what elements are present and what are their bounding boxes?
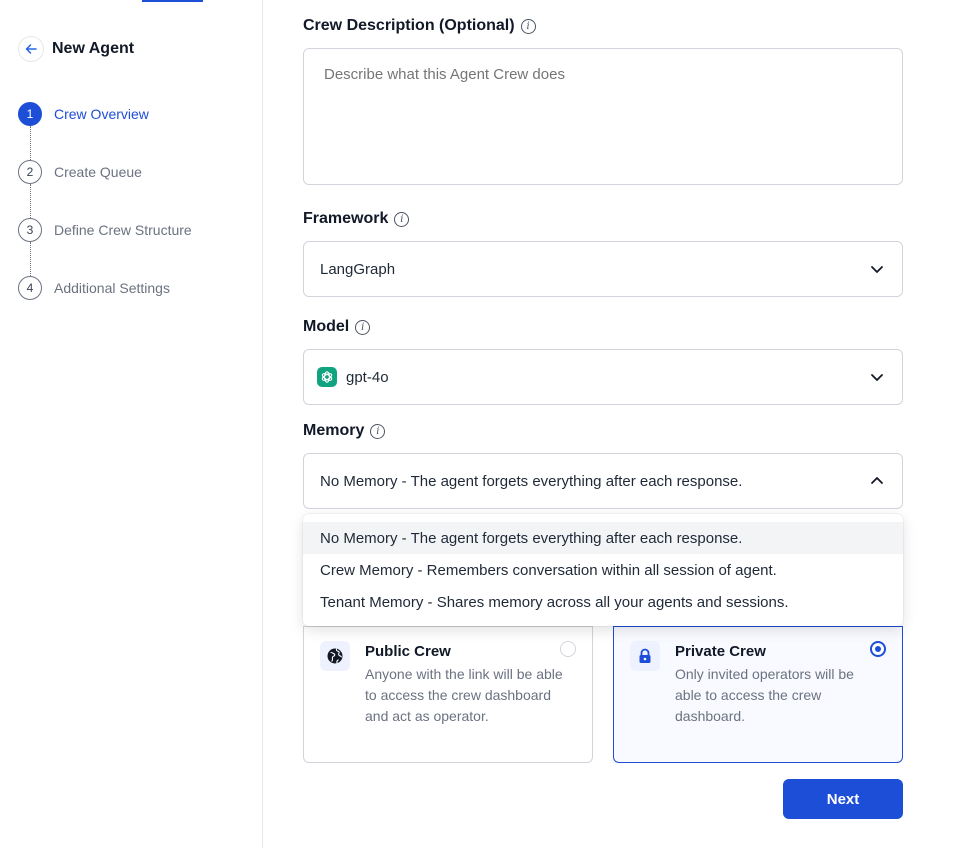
globe-icon (320, 641, 350, 671)
description-label-row: Crew Description (Optional) i (303, 17, 536, 35)
memory-label: Memory (303, 422, 365, 439)
step-number: 1 (18, 102, 42, 126)
info-icon[interactable]: i (370, 423, 386, 439)
sidebar: New Agent 1 Crew Overview 2 Create Queue… (0, 0, 263, 848)
info-icon[interactable]: i (355, 319, 371, 335)
step-number: 4 (18, 276, 42, 300)
back-button[interactable] (18, 36, 44, 62)
model-select[interactable]: gpt-4o (303, 349, 903, 405)
private-crew-card[interactable]: Private Crew Only invited operators will… (613, 626, 903, 763)
model-label-row: Model i (303, 318, 371, 336)
arrow-left-icon (25, 44, 37, 54)
public-crew-card[interactable]: Public Crew Anyone with the link will be… (303, 626, 593, 763)
memory-label-row: Memory i (303, 422, 386, 440)
step-label: Define Crew Structure (54, 222, 192, 238)
step-connector (30, 184, 31, 218)
public-crew-description: Anyone with the link will be able to acc… (365, 666, 563, 724)
private-crew-title: Private Crew (675, 643, 766, 660)
chevron-down-icon (868, 260, 886, 278)
page-title: New Agent (52, 40, 135, 57)
framework-value: LangGraph (320, 260, 396, 278)
private-crew-radio[interactable] (870, 641, 886, 657)
framework-select[interactable]: LangGraph (303, 241, 903, 297)
step-number: 2 (18, 160, 42, 184)
info-icon[interactable]: i (394, 211, 410, 227)
top-accent-bar (142, 0, 203, 2)
description-textarea[interactable] (303, 48, 903, 185)
memory-option-tenant-memory[interactable]: Tenant Memory - Shares memory across all… (303, 586, 903, 618)
framework-label-row: Framework i (303, 210, 410, 228)
step-label: Create Queue (54, 164, 142, 180)
step-create-queue[interactable]: 2 Create Queue (18, 160, 192, 218)
step-define-crew-structure[interactable]: 3 Define Crew Structure (18, 218, 192, 276)
memory-option-no-memory[interactable]: No Memory - The agent forgets everything… (303, 522, 903, 554)
private-crew-description: Only invited operators will be able to a… (675, 666, 854, 724)
public-crew-radio[interactable] (560, 641, 576, 657)
next-button[interactable]: Next (783, 779, 903, 819)
back-row: New Agent (18, 36, 134, 62)
chevron-up-icon (868, 472, 886, 490)
info-icon[interactable]: i (520, 18, 536, 34)
framework-label: Framework (303, 210, 389, 227)
step-label: Additional Settings (54, 280, 170, 296)
step-number: 3 (18, 218, 42, 242)
description-label: Crew Description (Optional) (303, 17, 515, 34)
step-connector (30, 242, 31, 276)
openai-logo-icon (317, 367, 337, 387)
model-label: Model (303, 318, 350, 335)
model-value: gpt-4o (346, 368, 389, 386)
step-connector (30, 126, 31, 160)
stepper: 1 Crew Overview 2 Create Queue 3 Define … (18, 102, 192, 334)
public-crew-title: Public Crew (365, 643, 451, 660)
memory-value: No Memory - The agent forgets everything… (320, 472, 743, 490)
memory-dropdown-menu: No Memory - The agent forgets everything… (303, 514, 903, 626)
step-label: Crew Overview (54, 106, 149, 122)
memory-select[interactable]: No Memory - The agent forgets everything… (303, 453, 903, 509)
lock-icon (630, 641, 660, 671)
step-crew-overview[interactable]: 1 Crew Overview (18, 102, 192, 160)
memory-option-crew-memory[interactable]: Crew Memory - Remembers conversation wit… (303, 554, 903, 586)
chevron-down-icon (868, 368, 886, 386)
step-additional-settings[interactable]: 4 Additional Settings (18, 276, 192, 334)
